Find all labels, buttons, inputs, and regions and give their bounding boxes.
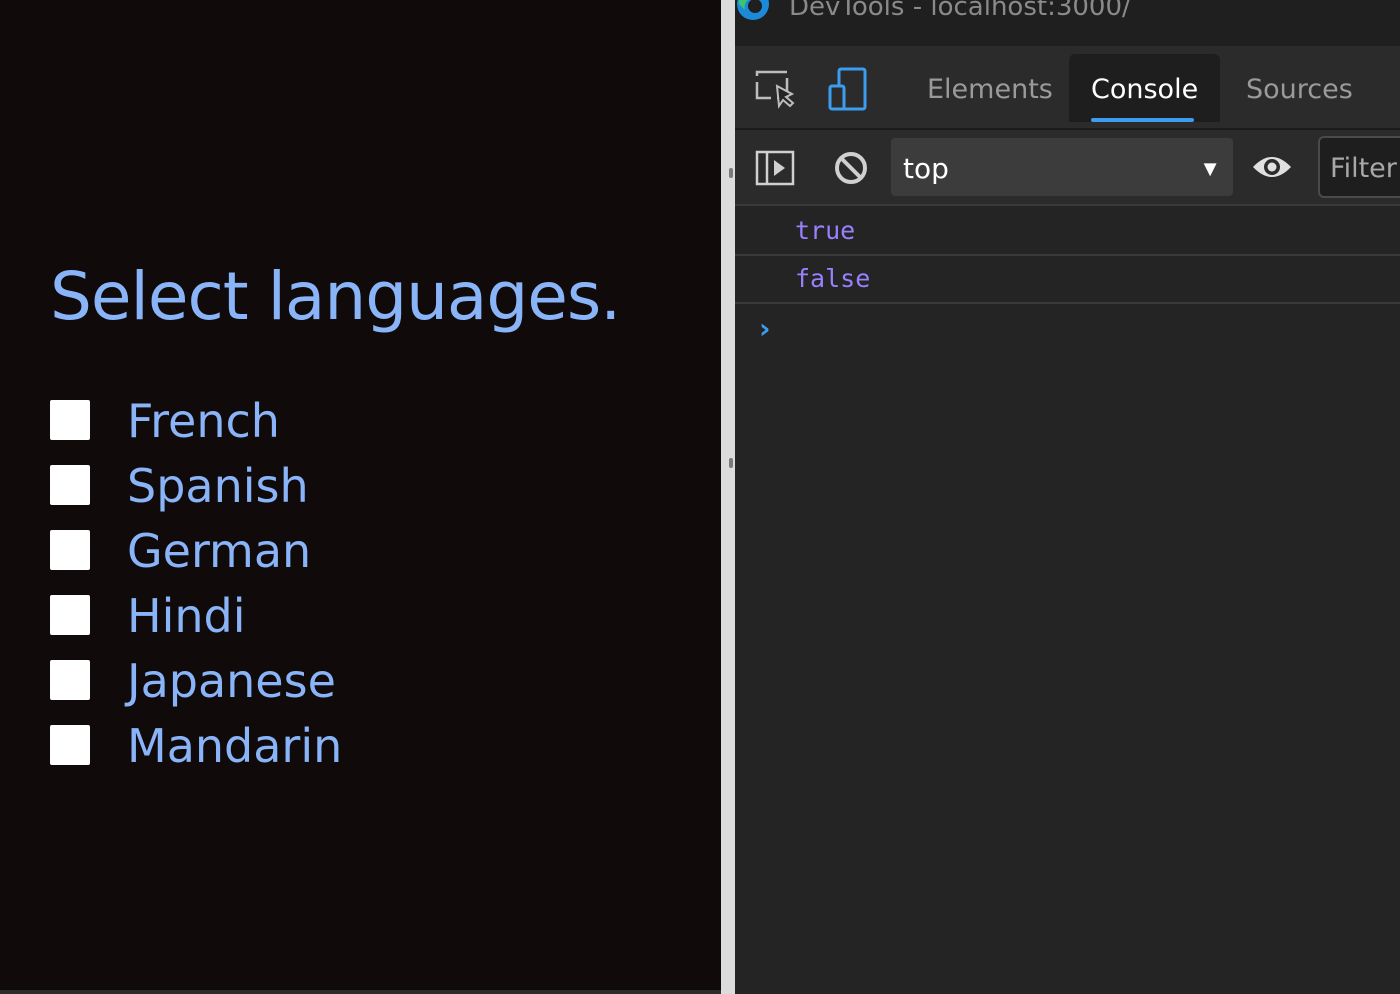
label-hindi[interactable]: Hindi: [127, 588, 246, 644]
page-heading: Select languages.: [50, 258, 621, 335]
console-message: true: [735, 208, 1400, 256]
console-prompt-chevron-icon[interactable]: ›: [759, 312, 771, 345]
checkbox-spanish[interactable]: [50, 465, 90, 505]
filter-placeholder: Filter: [1330, 153, 1397, 184]
console-value: false: [795, 264, 871, 293]
label-japanese[interactable]: Japanese: [127, 653, 336, 709]
label-german[interactable]: German: [127, 523, 311, 579]
javascript-context-select[interactable]: top ▼: [891, 138, 1233, 196]
panel-resize-divider[interactable]: [721, 0, 735, 994]
console-output: true false: [735, 208, 1400, 304]
active-tab-indicator: [1091, 118, 1195, 122]
web-page-viewport: Select languages. French Spanish German …: [0, 0, 721, 994]
language-option-french[interactable]: French: [50, 393, 470, 448]
devtools-window-title: DevTools - localhost:3000/: [789, 0, 1131, 22]
tab-elements-label: Elements: [927, 74, 1053, 105]
viewport-bottom-edge: [0, 990, 721, 994]
devtools-titlebar: DevTools - localhost:3000/: [735, 0, 1400, 46]
divider-grip: [729, 168, 733, 178]
tab-sources[interactable]: Sources: [1224, 54, 1375, 122]
language-option-hindi[interactable]: Hindi: [50, 588, 470, 643]
checkbox-mandarin[interactable]: [50, 725, 90, 765]
tab-elements[interactable]: Elements: [905, 54, 1075, 122]
tab-sources-label: Sources: [1246, 74, 1353, 105]
language-option-japanese[interactable]: Japanese: [50, 653, 470, 708]
label-french[interactable]: French: [127, 393, 280, 449]
language-option-mandarin[interactable]: Mandarin: [50, 718, 470, 773]
dropdown-arrow-icon: ▼: [1199, 156, 1221, 181]
label-mandarin[interactable]: Mandarin: [127, 718, 342, 774]
checkbox-german[interactable]: [50, 530, 90, 570]
language-option-german[interactable]: German: [50, 523, 470, 578]
live-expression-eye-icon[interactable]: [1251, 152, 1293, 182]
edge-logo-icon: [737, 0, 769, 20]
clear-console-icon[interactable]: [833, 150, 869, 186]
inspect-element-icon[interactable]: [755, 68, 797, 110]
checkbox-japanese[interactable]: [50, 660, 90, 700]
tab-console[interactable]: Console: [1069, 54, 1221, 122]
checkbox-hindi[interactable]: [50, 595, 90, 635]
language-option-spanish[interactable]: Spanish: [50, 458, 470, 513]
context-select-value: top: [903, 152, 949, 185]
devtools-panel: DevTools - localhost:3000/ Elements Cons…: [735, 0, 1400, 994]
devtools-tab-bar: Elements Console Sources: [735, 46, 1400, 130]
console-toolbar: top ▼ Filter: [735, 130, 1400, 206]
label-spanish[interactable]: Spanish: [127, 458, 309, 514]
console-message: false: [735, 256, 1400, 304]
device-toolbar-icon[interactable]: [827, 66, 871, 112]
sidebar-toggle-icon[interactable]: [755, 150, 795, 186]
tab-console-label: Console: [1091, 74, 1199, 105]
divider-grip: [729, 458, 733, 468]
console-filter-input[interactable]: Filter: [1318, 136, 1400, 198]
checkbox-french[interactable]: [50, 400, 90, 440]
console-value: true: [795, 216, 856, 245]
